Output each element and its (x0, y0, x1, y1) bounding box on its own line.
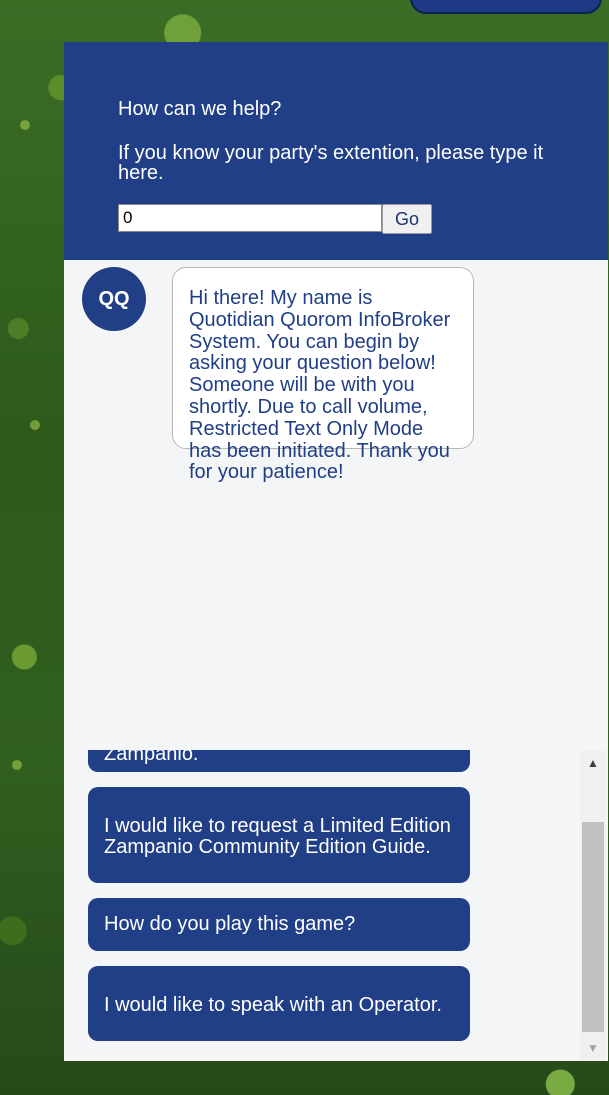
response-option-how-to-play[interactable]: How do you play this game? (88, 898, 470, 951)
response-option-request-guide[interactable]: I would like to request a Limited Editio… (88, 787, 470, 883)
response-option-speak-operator[interactable]: I would like to speak with an Operator. (88, 966, 470, 1041)
agent-message-bubble: Hi there! My name is Quotidian Quorom In… (172, 267, 474, 483)
help-header: How can we help? If you know your party'… (64, 42, 608, 260)
background-foliage (12, 760, 22, 770)
help-title: How can we help? (118, 98, 282, 120)
response-option-label: How do you play this game? (104, 912, 356, 935)
response-option[interactable]: Zampanio. (88, 750, 470, 772)
triangle-up-icon[interactable]: ▲ (580, 750, 606, 776)
background-hud-pill (410, 0, 602, 14)
response-options-list: Zampanio. I would like to request a Limi… (64, 750, 582, 1061)
go-button[interactable]: Go (382, 204, 432, 234)
background-foliage (20, 120, 30, 130)
extension-input[interactable] (118, 204, 382, 232)
response-option-label: I would like to speak with an Operator. (104, 993, 442, 1016)
extension-instructions: If you know your party's extention, plea… (118, 142, 544, 184)
scrollbar-thumb[interactable] (582, 822, 604, 1032)
background-foliage (30, 420, 40, 430)
options-scrollbar[interactable]: ▲ ▼ (580, 750, 606, 1061)
response-option-label: I would like to request a Limited Editio… (104, 814, 451, 858)
help-chat-panel: How can we help? If you know your party'… (64, 42, 608, 1061)
agent-avatar: QQ (82, 267, 146, 331)
response-option-label: Zampanio. (104, 750, 199, 765)
triangle-down-icon[interactable]: ▼ (580, 1035, 606, 1061)
